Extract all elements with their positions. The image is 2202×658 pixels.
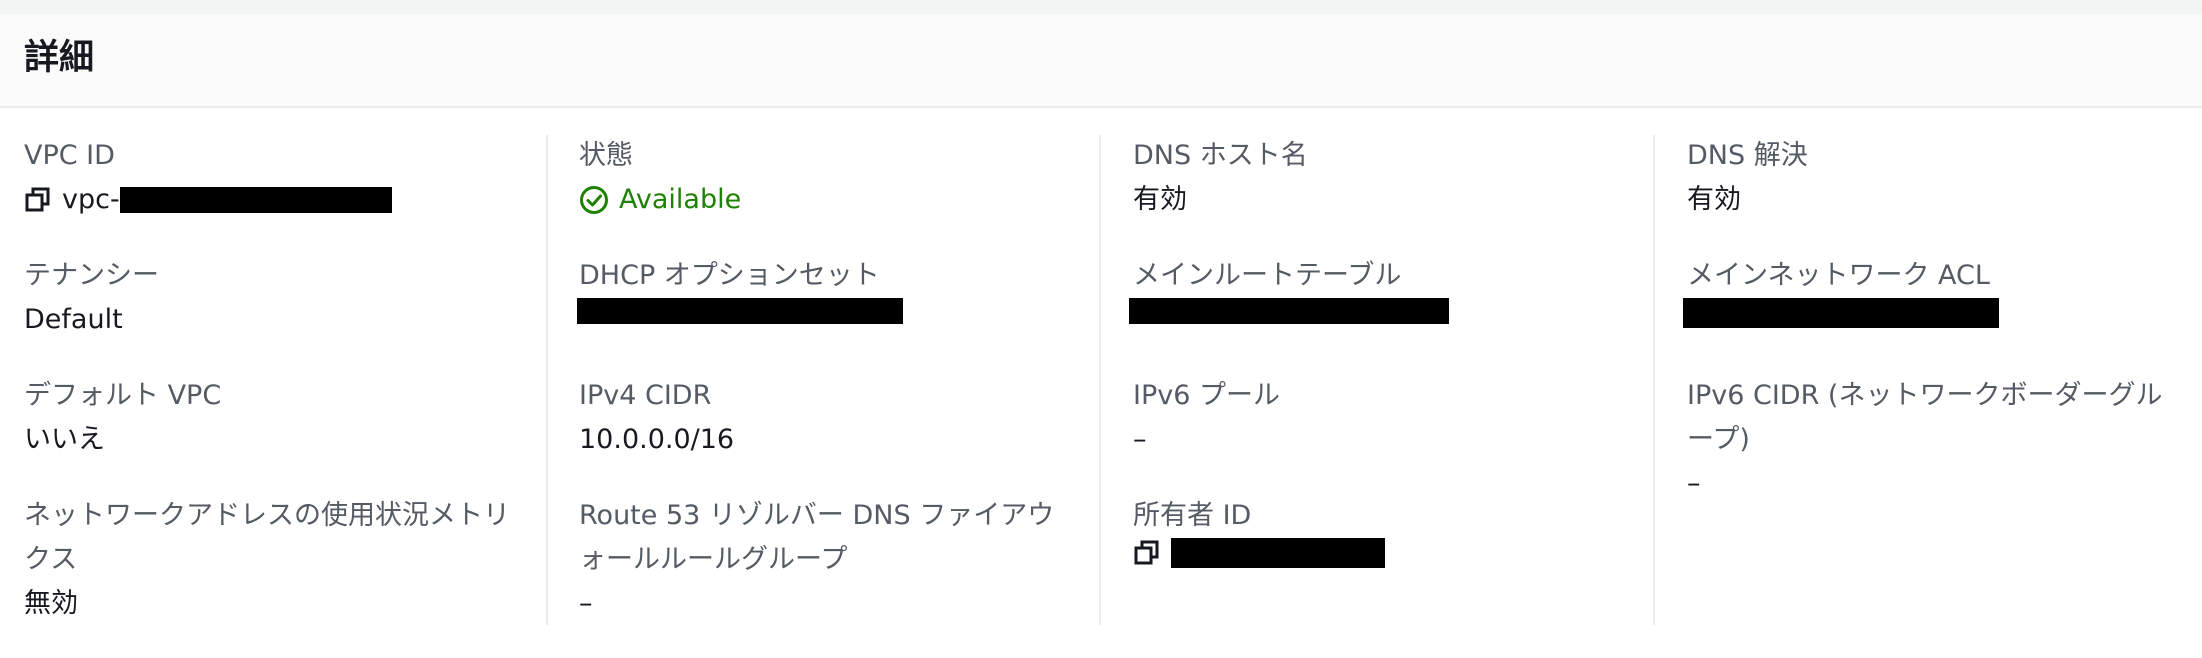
field-label: メインルートテーブル xyxy=(1133,260,1402,291)
status-text: Available xyxy=(619,184,742,215)
field-value: Available xyxy=(579,178,1079,222)
field-ipv6-cidr-border-group: IPv6 CIDR (ネットワークボーダーグループ) – xyxy=(1687,374,2187,506)
field-value xyxy=(1129,298,1633,324)
field-value: いいえ xyxy=(24,424,105,455)
field-label: DNS ホスト名 xyxy=(1133,140,1308,171)
redacted-value[interactable] xyxy=(1683,298,1999,328)
field-value: – xyxy=(1133,424,1147,455)
field-label: IPv4 CIDR xyxy=(579,380,712,411)
field-label: デフォルト VPC xyxy=(24,380,222,411)
field-state: 状態 Available xyxy=(579,134,1079,222)
field-label: Route 53 リゾルバー DNS ファイアウォールルールグループ xyxy=(579,500,1055,575)
field-value: – xyxy=(579,588,593,619)
copy-icon[interactable] xyxy=(1133,539,1161,567)
vpc-id-prefix: vpc- xyxy=(62,184,120,215)
field-dhcp-options: DHCP オプションセット xyxy=(577,254,1079,324)
redacted-value[interactable] xyxy=(1129,298,1449,324)
field-label: VPC ID xyxy=(24,140,115,171)
field-label: メインネットワーク ACL xyxy=(1687,260,1990,291)
field-network-usage-metrics: ネットワークアドレスの使用状況メトリクス 無効 xyxy=(24,494,524,626)
field-value xyxy=(1683,298,2187,328)
field-value: 有効 xyxy=(1687,184,1741,215)
field-label: IPv6 CIDR (ネットワークボーダーグループ) xyxy=(1687,380,2163,455)
field-label: ネットワークアドレスの使用状況メトリクス xyxy=(24,500,510,575)
top-strip xyxy=(0,0,2202,15)
field-label: DHCP オプションセット xyxy=(579,260,880,291)
field-label: 状態 xyxy=(579,140,633,171)
field-ipv4-cidr: IPv4 CIDR 10.0.0.0/16 xyxy=(579,374,1079,462)
column-divider xyxy=(1653,135,1655,625)
field-ipv6-pool: IPv6 プール – xyxy=(1133,374,1633,462)
field-default-vpc: デフォルト VPC いいえ xyxy=(24,374,524,462)
field-label: テナンシー xyxy=(24,260,159,291)
field-label: IPv6 プール xyxy=(1133,380,1280,411)
field-main-network-acl: メインネットワーク ACL xyxy=(1683,254,2187,328)
status-check-icon xyxy=(579,185,609,215)
field-label: 所有者 ID xyxy=(1133,500,1252,531)
column-divider xyxy=(1099,135,1101,625)
field-value: vpc- xyxy=(24,178,524,222)
field-dns-resolution: DNS 解決 有効 xyxy=(1687,134,2187,222)
panel-title: 詳細 xyxy=(24,38,95,78)
field-value: 10.0.0.0/16 xyxy=(579,424,735,455)
field-value: – xyxy=(1687,468,1701,499)
field-vpc-id: VPC ID vpc- xyxy=(24,134,524,222)
field-route53-firewall: Route 53 リゾルバー DNS ファイアウォールルールグループ – xyxy=(579,494,1079,626)
field-label: DNS 解決 xyxy=(1687,140,1808,171)
field-main-route-table: メインルートテーブル xyxy=(1129,254,1633,324)
field-value: Default xyxy=(24,304,123,335)
field-owner-id: 所有者 ID xyxy=(1133,494,1633,568)
field-value: 無効 xyxy=(24,588,78,619)
field-value xyxy=(577,298,1079,324)
copy-icon[interactable] xyxy=(24,186,52,214)
column-divider xyxy=(546,135,548,625)
redacted-value xyxy=(1171,538,1385,568)
panel-header: 詳細 xyxy=(0,14,2202,108)
field-value: 有効 xyxy=(1133,184,1187,215)
field-value xyxy=(1133,538,1633,568)
redacted-value xyxy=(119,187,392,213)
redacted-value[interactable] xyxy=(577,298,903,324)
field-dns-hostnames: DNS ホスト名 有効 xyxy=(1133,134,1633,222)
field-tenancy: テナンシー Default xyxy=(24,254,524,342)
